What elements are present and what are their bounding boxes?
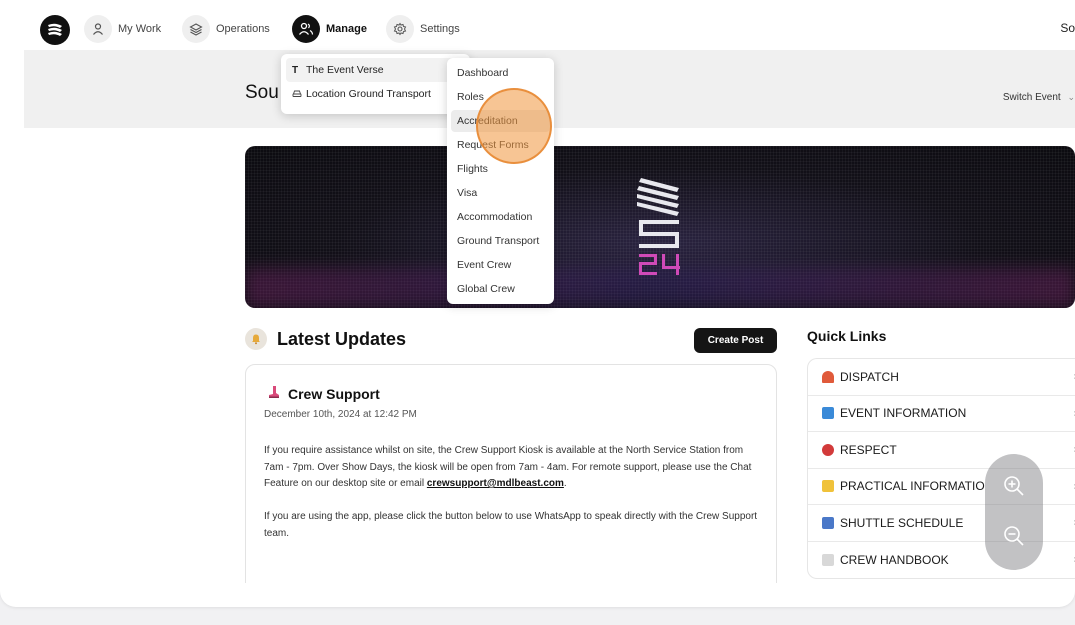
nav-manage[interactable]: Manage (292, 15, 367, 43)
info-icon (822, 407, 834, 420)
nav-my-work-label: My Work (118, 23, 162, 35)
menu-item-prefix: T (292, 64, 299, 76)
chevron-down-icon: ⌄ (1067, 92, 1075, 102)
quick-link-label: CREW HANDBOOK (840, 552, 949, 567)
siren-icon (822, 370, 834, 383)
menu-item-label: The Event Verse (306, 64, 384, 76)
notepad-icon (822, 480, 834, 493)
car-icon (292, 88, 306, 101)
bus-icon (822, 516, 834, 529)
post-title-row: Crew Support (266, 385, 380, 402)
zoom-out-icon[interactable] (1000, 522, 1028, 550)
gear-icon (386, 15, 414, 43)
manage-dropdown: T The Event Verse > Location Ground Tran… (281, 54, 470, 114)
quick-links-title: Quick Links (807, 328, 887, 344)
post-title: Crew Support (288, 385, 380, 402)
app-logo[interactable] (40, 15, 70, 45)
nav-my-work[interactable]: My Work (84, 15, 161, 43)
latest-updates-title: Latest Updates (277, 328, 407, 349)
red-circle-icon (822, 443, 834, 456)
update-post-card: Crew Support December 10th, 2024 at 12:4… (245, 364, 777, 583)
quick-link-label: PRACTICAL INFORMATIO (840, 479, 985, 494)
top-navigation: My Work Operations Manage Settings So (24, 8, 1075, 50)
page-title: Sou (245, 82, 279, 103)
menu-item-the-event-verse[interactable]: T The Event Verse > (286, 58, 465, 82)
layers-icon (182, 15, 210, 43)
document-icon (822, 553, 834, 566)
submenu-item-global-crew[interactable]: Global Crew (451, 278, 550, 300)
click-indicator (476, 88, 552, 164)
nav-settings-label: Settings (420, 23, 460, 35)
submenu-item-visa[interactable]: Visa (451, 182, 550, 204)
post-paragraph-1-end: . (563, 478, 567, 489)
create-post-button[interactable]: Create Post (694, 328, 777, 353)
switch-event-button[interactable]: Switch Event ⌄ (1003, 92, 1075, 103)
user-menu[interactable]: So (1060, 21, 1075, 35)
boot-icon (266, 385, 280, 402)
post-paragraph-2: If you are using the app, please click t… (264, 511, 758, 539)
app-window: My Work Operations Manage Settings So So… (0, 0, 1075, 607)
event-logo (637, 178, 680, 275)
nav-operations-label: Operations (216, 23, 270, 35)
quick-link-label: RESPECT (840, 442, 897, 457)
team-icon (292, 15, 320, 43)
quick-link-label: DISPATCH (840, 369, 899, 384)
support-email-link[interactable]: crewsupport@mdlbeast.com (427, 478, 564, 489)
zoom-controls (985, 454, 1043, 570)
user-icon (84, 15, 112, 43)
menu-item-label: Location Ground Transport (306, 88, 431, 100)
quick-link-label: EVENT INFORMATION (840, 406, 967, 421)
quick-link-dispatch[interactable]: DISPATCH › (808, 359, 1075, 396)
nav-settings[interactable]: Settings (386, 15, 460, 43)
post-paragraph-1: If you require assistance whilst on site… (264, 443, 764, 493)
quick-link-event-information[interactable]: EVENT INFORMATION › (808, 396, 1075, 432)
submenu-item-dashboard[interactable]: Dashboard (451, 62, 550, 84)
zoom-in-icon[interactable] (1000, 472, 1028, 500)
nav-operations[interactable]: Operations (182, 15, 270, 43)
bell-icon (245, 328, 267, 350)
menu-item-location-ground-transport[interactable]: Location Ground Transport (286, 82, 465, 106)
submenu-item-ground-transport[interactable]: Ground Transport (451, 230, 550, 252)
nav-manage-label: Manage (326, 23, 367, 35)
latest-updates-header: Latest Updates (245, 328, 406, 350)
post-date: December 10th, 2024 at 12:42 PM (264, 409, 417, 420)
quick-link-label: SHUTTLE SCHEDULE (840, 515, 964, 530)
switch-event-label: Switch Event (1002, 92, 1061, 103)
submenu-item-event-crew[interactable]: Event Crew (451, 254, 550, 276)
event-banner (245, 146, 1075, 308)
submenu-item-accommodation[interactable]: Accommodation (451, 206, 550, 228)
app-viewport: My Work Operations Manage Settings So So… (24, 8, 1075, 583)
